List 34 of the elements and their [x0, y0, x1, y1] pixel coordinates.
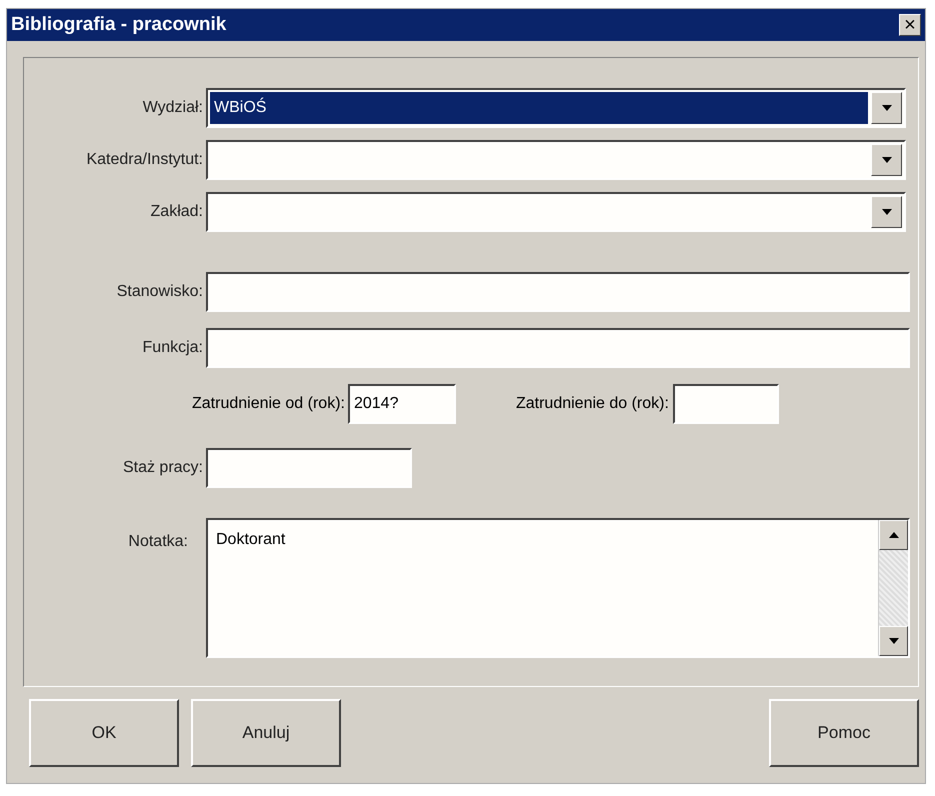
help-button[interactable]: Pomoc [769, 699, 919, 767]
year-field[interactable] [672, 384, 779, 424]
dropdown-arrow-button[interactable] [871, 144, 902, 176]
down-arrow-icon [882, 157, 892, 163]
field-label: Zatrudnienie od (rok): [192, 394, 345, 414]
down-arrow-icon [882, 209, 892, 215]
scroll-down-button[interactable] [879, 626, 908, 656]
scrollbar[interactable] [878, 520, 908, 656]
window-title: Bibliografia - pracownik [11, 12, 226, 37]
year-field[interactable]: 2014? [348, 384, 456, 424]
field-label: Staż pracy: [122, 458, 204, 478]
dropdown-arrow-button[interactable] [871, 92, 902, 124]
field-label: Stanowisko: [116, 282, 204, 302]
field-label: Notatka: [127, 532, 189, 552]
field-label: Wydział: [142, 98, 204, 118]
up-arrow-icon [888, 532, 898, 538]
field-label: Katedra/Instytut: [85, 150, 204, 170]
dropdown-field[interactable] [206, 192, 906, 232]
down-arrow-icon [888, 638, 898, 644]
text-field[interactable] [206, 272, 910, 312]
down-arrow-icon [882, 105, 892, 111]
text-field[interactable] [206, 448, 412, 488]
ok-button[interactable]: OK [29, 699, 179, 767]
field-label: Zakład: [150, 202, 204, 222]
close-button[interactable]: × [899, 14, 921, 36]
dropdown-field[interactable]: WBiOŚ [206, 88, 906, 128]
field-label: Funkcja: [142, 338, 204, 358]
cancel-button[interactable]: Anuluj [191, 699, 341, 767]
dropdown-arrow-button[interactable] [871, 196, 902, 228]
dropdown-field[interactable] [206, 140, 906, 180]
field-label: Zatrudnienie do (rok): [516, 394, 669, 414]
selected-value: WBiOŚ [214, 96, 266, 118]
text-field[interactable] [206, 328, 910, 368]
scroll-up-button[interactable] [879, 520, 908, 550]
